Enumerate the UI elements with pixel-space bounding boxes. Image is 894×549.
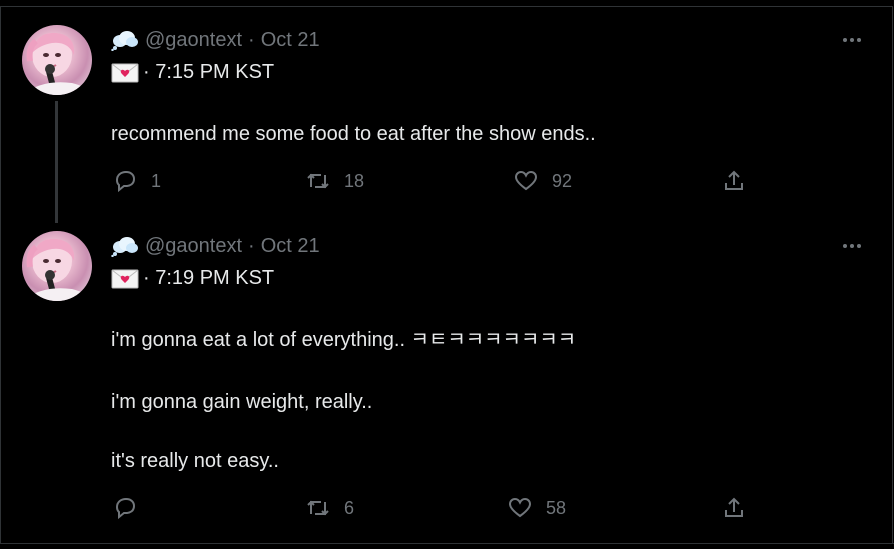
tweet-text-line-3: it's really not easy.. [111,450,279,472]
like-button[interactable]: 58 [506,494,566,522]
reply-icon [115,497,136,520]
tweet-header: @gaontext · Oct 21 [111,233,320,259]
more-icon[interactable] [843,242,867,250]
tweet-text-line-2: i'm gonna gain weight, really.. [111,391,373,413]
tweet-date[interactable]: Oct 21 [261,235,320,258]
tweet-2[interactable]: @gaontext · Oct 21 · 7:19 PM KST i'm gon… [0,0,894,549]
like-count: 58 [546,497,567,518]
tweet-text-line-1: i'm gonna eat a lot of everything.. ㅋㅌㅋㅋ… [111,329,577,351]
avatar[interactable] [22,231,92,301]
tweet-time: · 7:19 PM KST [143,267,275,289]
reply-button[interactable] [111,494,151,522]
envelope-icon [111,269,139,289]
retweet-count: 6 [344,497,355,518]
tweet-subheader: · 7:19 PM KST [111,267,274,290]
cloud-icon [111,235,139,258]
retweet-icon [307,500,329,516]
retweet-button[interactable]: 6 [304,494,354,522]
like-icon [508,497,532,518]
separator-dot: · [248,234,255,257]
share-button[interactable] [720,494,748,522]
share-icon [725,497,743,517]
user-handle[interactable]: @gaontext [145,235,242,258]
